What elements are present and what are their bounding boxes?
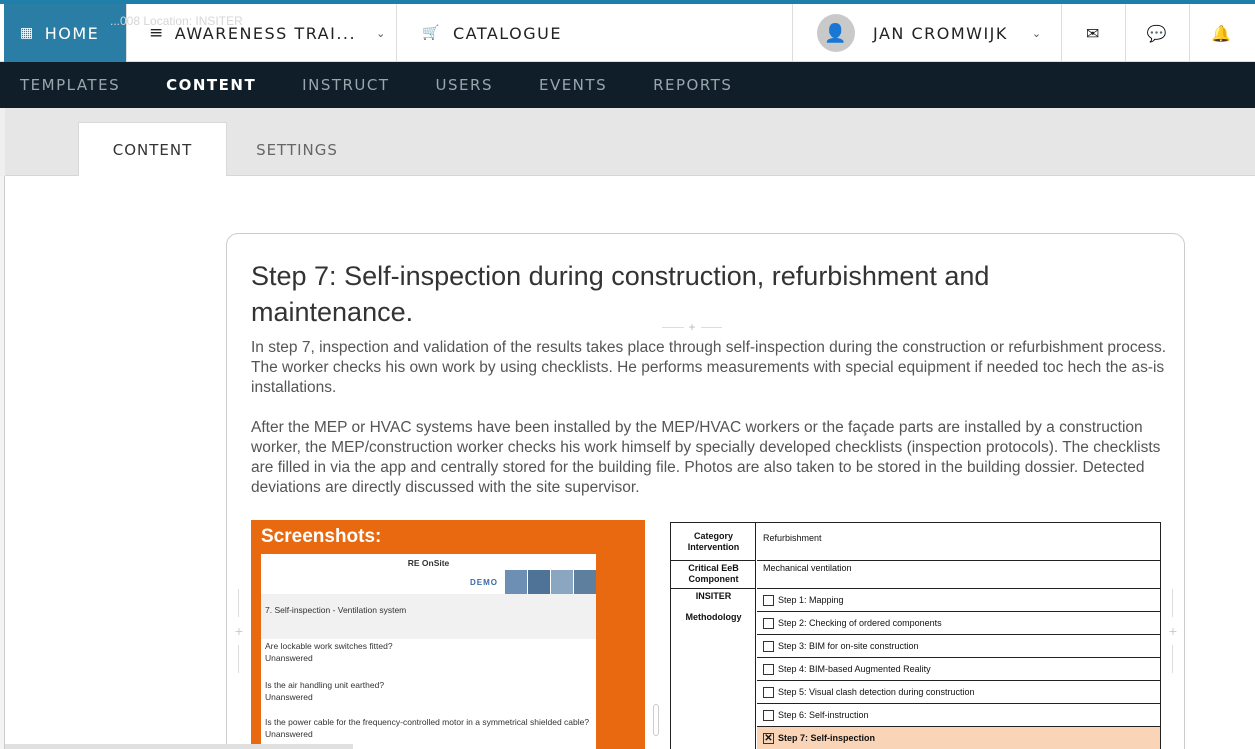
- plus-icon: +: [688, 320, 696, 334]
- insiter-cell: INSITER Methodology: [671, 589, 756, 749]
- left-add-handle[interactable]: +: [229, 589, 249, 673]
- column-resize-handle[interactable]: [653, 704, 659, 736]
- table-row: Step 6: Self-instruction: [757, 704, 1160, 727]
- course-label: AWARENESS TRAI...: [174, 23, 357, 43]
- plus-icon: +: [234, 623, 244, 639]
- step-label: Step 4: BIM-based Augmented Reality: [778, 664, 931, 674]
- chevron-down-icon: ⌄: [1031, 26, 1043, 40]
- notifications-button[interactable]: 🔔: [1190, 4, 1254, 62]
- building-image: [574, 570, 596, 594]
- table-row: Step 3: BIM for on-site construction: [757, 635, 1160, 658]
- horizontal-scrollbar[interactable]: [5, 744, 353, 749]
- chat-icon: 💬: [1146, 23, 1169, 43]
- mail-icon: ✉: [1086, 23, 1101, 43]
- nav-users[interactable]: USERS: [413, 62, 516, 108]
- methodology-table: Category Intervention Critical EeB Compo…: [670, 522, 1161, 749]
- question-text: Is the air handling unit earthed?: [265, 680, 385, 690]
- step-label: Step 1: Mapping: [778, 595, 844, 605]
- right-add-handle[interactable]: +: [1163, 589, 1183, 673]
- step-label: Step 2: Checking of ordered components: [778, 618, 942, 628]
- question-text: Are lockable work switches fitted?: [265, 641, 393, 651]
- checklist-question: Is the air handling unit earthed? Unansw…: [265, 679, 384, 703]
- catalogue-label: CATALOGUE: [452, 23, 562, 43]
- tab-content[interactable]: CONTENT: [78, 122, 227, 177]
- section-divider[interactable]: +: [662, 320, 722, 334]
- main-nav: TEMPLATES CONTENT INSTRUCT USERS EVENTS …: [0, 62, 1255, 118]
- screenshot-title: Screenshots:: [261, 526, 382, 547]
- grid-icon: ▦: [20, 25, 35, 41]
- step-label: Step 5: Visual clash detection during co…: [778, 687, 975, 697]
- content-card: Step 7: Self-inspection during construct…: [226, 233, 1185, 749]
- table-label-column: Category Intervention Critical EeB Compo…: [671, 523, 756, 749]
- insiter-label: INSITER: [695, 591, 732, 601]
- answer-status: Unanswered: [265, 653, 313, 663]
- app-name: RE OnSite: [407, 558, 450, 568]
- nav-events[interactable]: EVENTS: [516, 62, 630, 108]
- paragraph-1: In step 7, inspection and validation of …: [251, 339, 1167, 396]
- building-image: [505, 570, 527, 594]
- home-button[interactable]: ▦ HOME: [4, 4, 127, 62]
- catalogue-button[interactable]: 🛒 CATALOGUE: [397, 4, 792, 62]
- paragraph-2: After the MEP or HVAC systems have been …: [251, 419, 1161, 496]
- add-user-icon: 👤: [817, 14, 855, 52]
- chat-button[interactable]: 💬: [1126, 4, 1190, 62]
- tab-settings[interactable]: SETTINGS: [227, 122, 367, 177]
- user-menu[interactable]: 👤 JAN CROMWIJK ⌄: [792, 4, 1062, 62]
- logo-text: DEMO: [470, 577, 498, 587]
- methodology-label: Methodology: [685, 612, 742, 622]
- question-text: Is the power cable for the frequency-con…: [265, 717, 590, 727]
- course-dropdown[interactable]: ≡ AWARENESS TRAI... ⌄: [127, 4, 397, 62]
- component-label: Critical EeB Component: [671, 561, 756, 589]
- nav-content[interactable]: CONTENT: [143, 62, 279, 118]
- checkbox-icon: [763, 594, 774, 606]
- category-label: Category Intervention: [671, 523, 756, 561]
- mail-button[interactable]: ✉: [1062, 4, 1126, 62]
- user-name: JAN CROMWIJK: [873, 23, 1008, 43]
- table-row: Step 1: Mapping: [757, 589, 1160, 612]
- building-image: [528, 570, 550, 594]
- cart-icon: 🛒: [422, 25, 441, 41]
- screenshot-image: Screenshots: RE OnSite DEMO 7. Self-insp…: [251, 520, 645, 749]
- sub-tabs: CONTENT SETTINGS: [5, 108, 1255, 177]
- checkbox-icon: [763, 663, 774, 675]
- home-label: HOME: [44, 23, 100, 43]
- checkbox-icon: [763, 640, 774, 652]
- table-row-highlighted: ✕ Step 7: Self-inspection: [757, 727, 1160, 749]
- chevron-down-icon: ⌄: [376, 26, 387, 40]
- checkbox-icon: [763, 686, 774, 698]
- nav-reports[interactable]: REPORTS: [630, 62, 755, 108]
- app-screenshot: RE OnSite DEMO 7. Self-inspection - Vent…: [261, 554, 596, 749]
- step-label: Step 7: Self-inspection: [778, 733, 876, 743]
- nav-templates[interactable]: TEMPLATES: [0, 62, 143, 108]
- checkbox-icon: [763, 709, 774, 721]
- table-row: Step 4: BIM-based Augmented Reality: [757, 658, 1160, 681]
- checked-box-icon: ✕: [763, 733, 774, 744]
- step-label: Step 6: Self-instruction: [778, 710, 869, 720]
- category-value: Refurbishment: [757, 523, 1160, 561]
- menu-icon: ≡: [149, 23, 165, 43]
- bell-icon: 🔔: [1211, 23, 1233, 43]
- table-row: Step 2: Checking of ordered components: [757, 612, 1160, 635]
- answer-status: Unanswered: [265, 692, 313, 702]
- component-value: Mechanical ventilation: [757, 561, 1160, 589]
- nav-instruct[interactable]: INSTRUCT: [279, 62, 412, 108]
- answer-status: Unanswered: [265, 729, 313, 739]
- checkbox-icon: [763, 617, 774, 629]
- top-bar: ▦ HOME ...008 Location: INSITER ≡ AWAREN…: [0, 0, 1255, 62]
- step-label: Step 3: BIM for on-site construction: [778, 641, 919, 651]
- checklist-header: 7. Self-inspection - Ventilation system: [261, 594, 596, 639]
- table-row: Step 5: Visual clash detection during co…: [757, 681, 1160, 704]
- building-image: [551, 570, 573, 594]
- checklist-question: Is the power cable for the frequency-con…: [265, 716, 589, 740]
- plus-icon: +: [1168, 623, 1178, 639]
- checklist-question: Are lockable work switches fitted? Unans…: [265, 640, 393, 664]
- demo-logo: DEMO: [470, 570, 596, 594]
